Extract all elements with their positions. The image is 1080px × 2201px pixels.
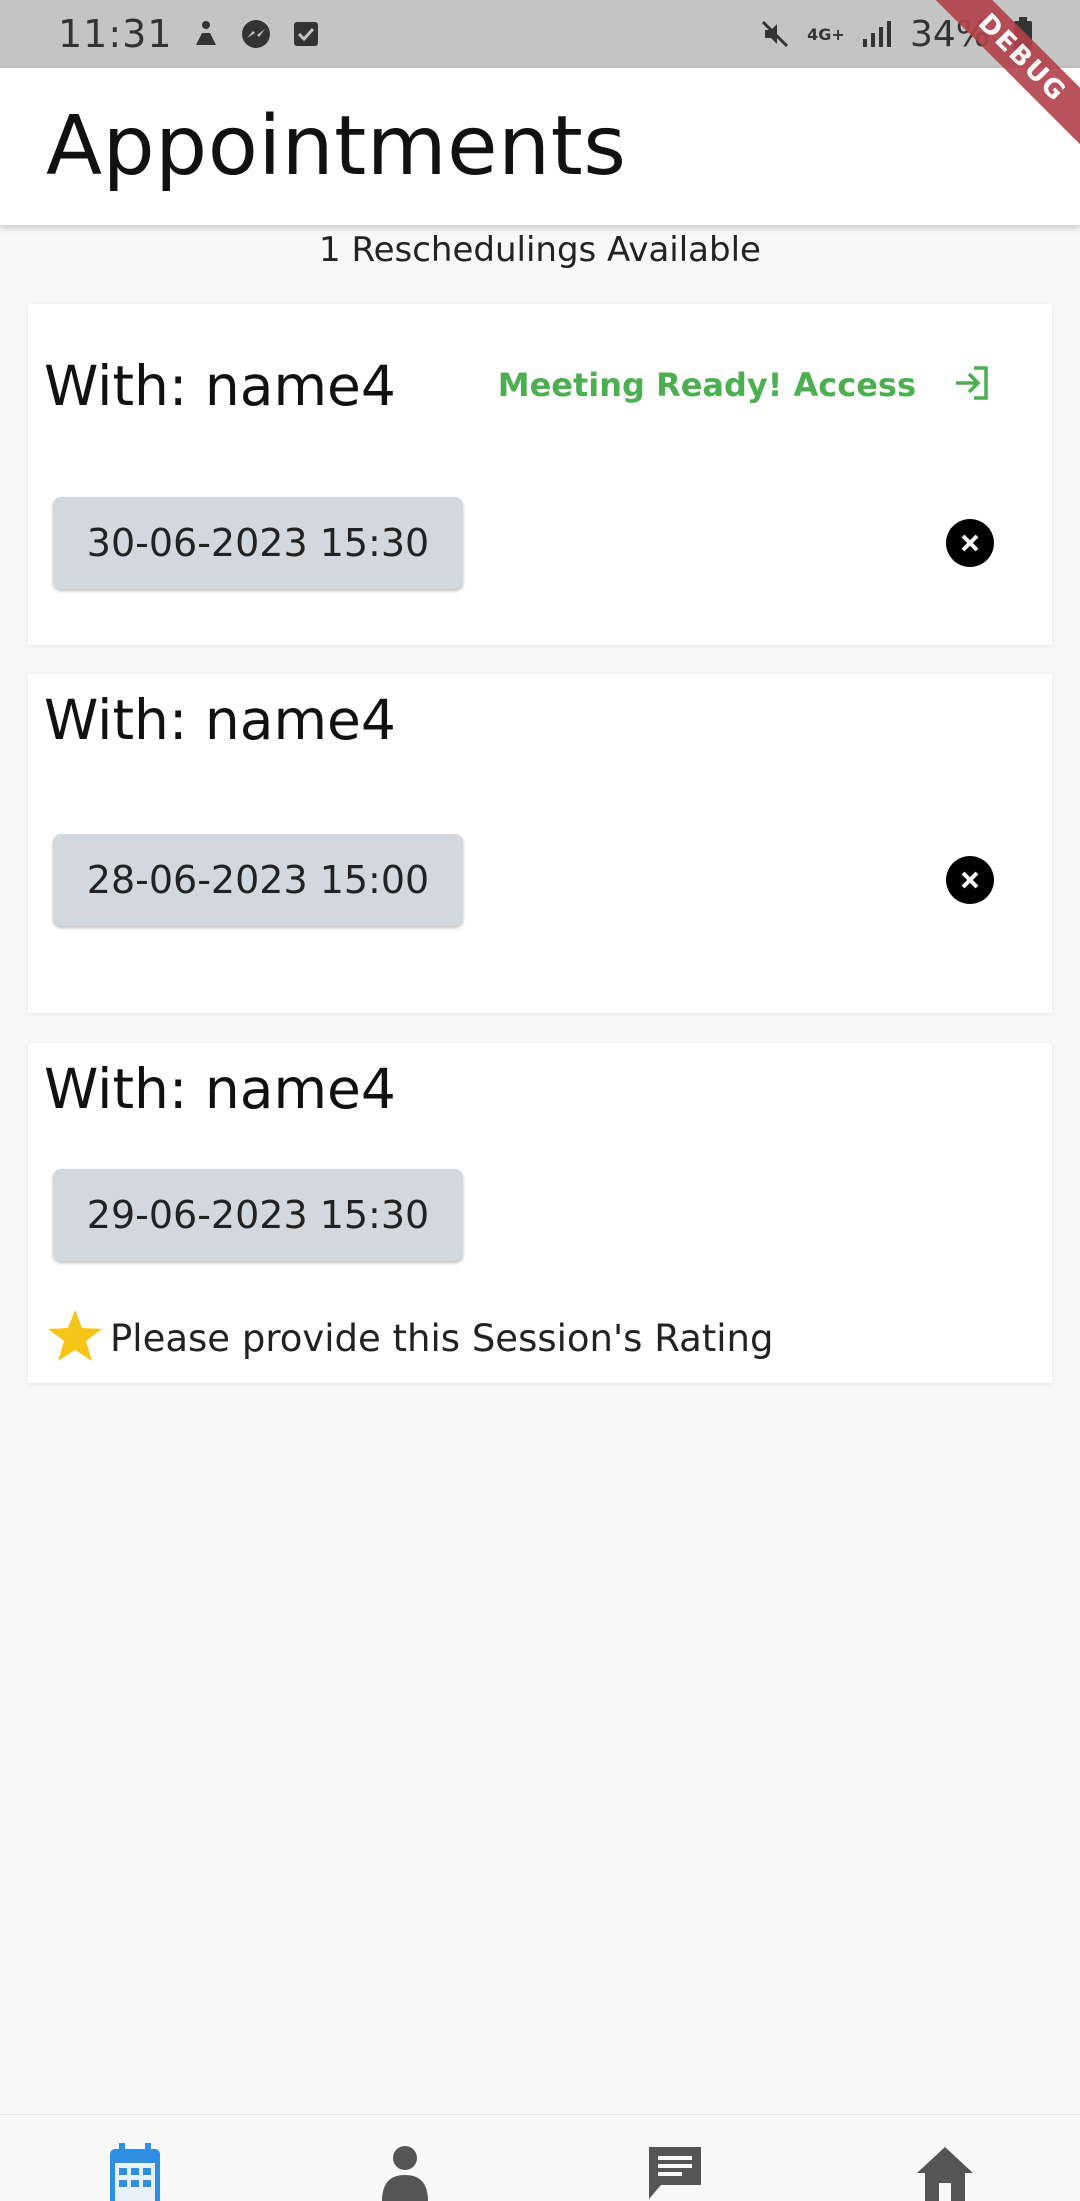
reschedulings-available-text: 1 Reschedulings Available xyxy=(319,230,761,270)
rating-prompt[interactable]: Please provide this Session's Rating xyxy=(46,1308,774,1368)
appointment-with-label: With: name4 xyxy=(44,688,396,752)
meeting-ready-label: Meeting Ready! Access xyxy=(497,366,916,404)
status-left: 11:31 xyxy=(58,12,323,56)
appointment-date-chip[interactable]: 28-06-2023 15:00 xyxy=(53,834,463,926)
rating-prompt-text: Please provide this Session's Rating xyxy=(110,1316,774,1360)
calendar-icon xyxy=(110,2143,160,2201)
nav-profile[interactable] xyxy=(375,2143,435,2201)
network-icon: 4G+ xyxy=(807,24,845,44)
bottom-nav xyxy=(0,2114,1080,2201)
nav-messages[interactable] xyxy=(645,2143,705,2201)
star-icon xyxy=(46,1308,104,1368)
checkbox-icon xyxy=(289,17,323,51)
login-icon xyxy=(952,364,992,406)
status-bar: 11:31 4G+ 34% xyxy=(0,0,1080,68)
status-time: 11:31 xyxy=(58,12,173,56)
messenger-icon xyxy=(239,17,273,51)
appointment-with-label: With: name4 xyxy=(44,354,396,418)
page-title: Appointments xyxy=(46,99,627,194)
close-icon xyxy=(961,871,979,889)
appointment-with-label: With: name4 xyxy=(44,1057,396,1121)
appointment-date-chip[interactable]: 30-06-2023 15:30 xyxy=(53,497,463,589)
appointment-card: With: name4 29-06-2023 15:30 Please prov… xyxy=(28,1043,1052,1383)
nav-appointments[interactable] xyxy=(105,2143,165,2201)
cancel-appointment-button[interactable] xyxy=(946,856,994,904)
person-icon xyxy=(382,2146,428,2201)
screen: 11:31 4G+ 34% Appointments DEBUG 1 Resch… xyxy=(0,0,1080,2201)
app-bar: Appointments xyxy=(0,68,1080,225)
mute-icon xyxy=(758,17,792,51)
cancel-appointment-button[interactable] xyxy=(946,519,994,567)
appointment-card: With: name4 28-06-2023 15:00 xyxy=(28,674,1052,1013)
accessibility-icon xyxy=(189,17,223,51)
home-icon xyxy=(917,2147,973,2201)
close-icon xyxy=(961,534,979,552)
signal-icon xyxy=(860,17,894,51)
nav-home[interactable] xyxy=(915,2143,975,2201)
appointment-date-chip[interactable]: 29-06-2023 15:30 xyxy=(53,1169,463,1261)
meeting-access-button[interactable]: Meeting Ready! Access xyxy=(498,364,992,406)
chat-icon xyxy=(649,2147,701,2199)
appointment-card: With: name4 Meeting Ready! Access 30-06-… xyxy=(28,304,1052,645)
